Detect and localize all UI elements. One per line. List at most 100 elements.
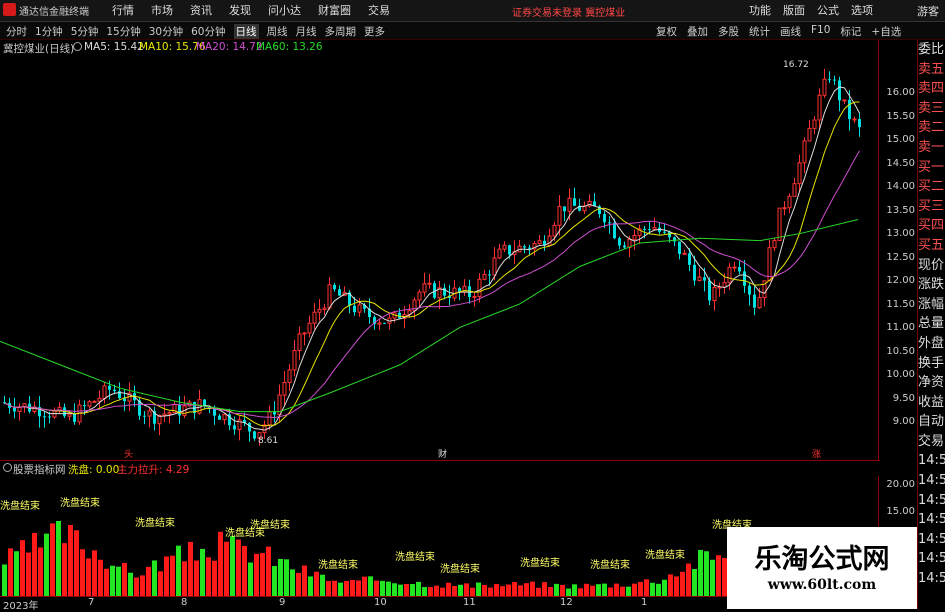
candle-body[interactable] (567, 197, 572, 212)
menu-wealth[interactable]: 财富圈 (318, 2, 351, 18)
candle-body[interactable] (443, 287, 446, 296)
candle-body[interactable] (547, 235, 552, 247)
candle-body[interactable] (732, 266, 737, 269)
candle-body[interactable] (712, 286, 717, 301)
side-item[interactable]: 外盘 (918, 334, 945, 354)
tab-more[interactable]: 更多 (364, 24, 385, 39)
candle-body[interactable] (738, 267, 741, 272)
side-item[interactable]: 买五 (918, 236, 945, 256)
menu-ask[interactable]: 问小达 (268, 2, 301, 18)
candle-body[interactable] (703, 277, 706, 281)
candle-body[interactable] (688, 253, 691, 265)
candle-body[interactable] (727, 266, 732, 284)
candle-body[interactable] (488, 274, 491, 276)
candle-body[interactable] (377, 322, 382, 325)
candle-body[interactable] (383, 322, 386, 324)
candle-body[interactable] (43, 416, 46, 418)
candle-body[interactable] (143, 415, 146, 417)
candle-body[interactable] (743, 271, 746, 286)
candle-body[interactable] (218, 415, 221, 420)
tab-60min[interactable]: 60分钟 (191, 24, 225, 39)
side-item[interactable]: 总量 (918, 314, 945, 334)
candle-body[interactable] (317, 308, 322, 313)
candle-body[interactable] (233, 425, 236, 430)
candle-body[interactable] (833, 79, 836, 81)
menu-options[interactable]: 选项 (851, 2, 873, 18)
candle-body[interactable] (822, 78, 827, 96)
tab-30min[interactable]: 30分钟 (149, 24, 183, 39)
candle-body[interactable] (797, 162, 802, 185)
candle-body[interactable] (167, 412, 172, 415)
candle-body[interactable] (632, 234, 637, 240)
candle-body[interactable] (678, 241, 681, 254)
candle-body[interactable] (757, 297, 762, 309)
tool-mark[interactable]: 标记 (840, 24, 861, 39)
side-item[interactable]: 卖一 (918, 138, 945, 158)
menu-market[interactable]: 市场 (151, 2, 173, 18)
event-marker-1[interactable]: 头 (124, 447, 133, 460)
candle-body[interactable] (508, 245, 511, 255)
candle-body[interactable] (603, 214, 606, 223)
candle-body[interactable] (682, 252, 687, 255)
guest-label[interactable]: 游客 (917, 3, 939, 19)
tool-stats[interactable]: 统计 (749, 24, 770, 39)
candle-body[interactable] (273, 411, 276, 415)
indicator-toggle-icon[interactable] (3, 463, 12, 472)
candle-body[interactable] (782, 207, 787, 210)
candle-body[interactable] (67, 413, 72, 417)
candle-body[interactable] (792, 183, 797, 197)
side-item[interactable]: 买三 (918, 197, 945, 217)
candle-body[interactable] (477, 278, 482, 297)
candle-body[interactable] (552, 224, 557, 237)
tab-weekly[interactable]: 周线 (267, 24, 288, 39)
candle-body[interactable] (722, 282, 727, 288)
side-item[interactable]: 卖五 (918, 60, 945, 80)
side-item[interactable]: 现价 (918, 256, 945, 276)
kline-chart[interactable] (0, 56, 878, 460)
candle-body[interactable] (97, 397, 102, 402)
candle-body[interactable] (537, 240, 542, 244)
side-item[interactable]: 买二 (918, 177, 945, 197)
candle-body[interactable] (828, 79, 831, 81)
candle-body[interactable] (858, 119, 861, 128)
candle-body[interactable] (327, 284, 332, 309)
side-item[interactable]: 委比 (918, 40, 945, 60)
candle-body[interactable] (48, 416, 51, 418)
side-item[interactable]: 交易 (918, 432, 945, 452)
menu-discover[interactable]: 发现 (229, 2, 251, 18)
candle-body[interactable] (812, 119, 817, 129)
candle-body[interactable] (497, 248, 502, 259)
menu-formula[interactable]: 公式 (817, 2, 839, 18)
candle-body[interactable] (673, 237, 676, 242)
candle-body[interactable] (623, 245, 626, 248)
candle-body[interactable] (663, 231, 666, 233)
candle-body[interactable] (523, 246, 526, 248)
side-item[interactable]: 卖二 (918, 118, 945, 138)
tab-5min[interactable]: 5分钟 (71, 24, 99, 39)
side-item[interactable]: 涨幅 (918, 295, 945, 315)
tool-adjust[interactable]: 复权 (656, 24, 677, 39)
candle-body[interactable] (13, 407, 16, 412)
candle-body[interactable] (73, 414, 76, 422)
candle-body[interactable] (563, 206, 566, 212)
candle-body[interactable] (608, 222, 611, 224)
candle-body[interactable] (848, 99, 851, 120)
tab-monthly[interactable]: 月线 (296, 24, 317, 39)
candle-body[interactable] (693, 264, 696, 281)
side-item[interactable]: 卖三 (918, 99, 945, 119)
candle-body[interactable] (557, 205, 562, 226)
tab-timeshare[interactable]: 分时 (6, 24, 27, 39)
candle-body[interactable] (307, 322, 312, 334)
side-item[interactable]: 收益 (918, 393, 945, 413)
candle-body[interactable] (852, 118, 857, 121)
candle-body[interactable] (287, 369, 292, 383)
candle-body[interactable] (482, 273, 487, 280)
candle-body[interactable] (838, 80, 841, 101)
event-marker-3[interactable]: 涨 (812, 447, 821, 460)
candle-body[interactable] (108, 385, 111, 390)
candle-body[interactable] (767, 247, 772, 282)
tool-multi-stock[interactable]: 多股 (718, 24, 739, 39)
tool-f10[interactable]: F10 (811, 24, 830, 39)
candle-body[interactable] (312, 311, 317, 324)
candle-body[interactable] (357, 304, 362, 313)
